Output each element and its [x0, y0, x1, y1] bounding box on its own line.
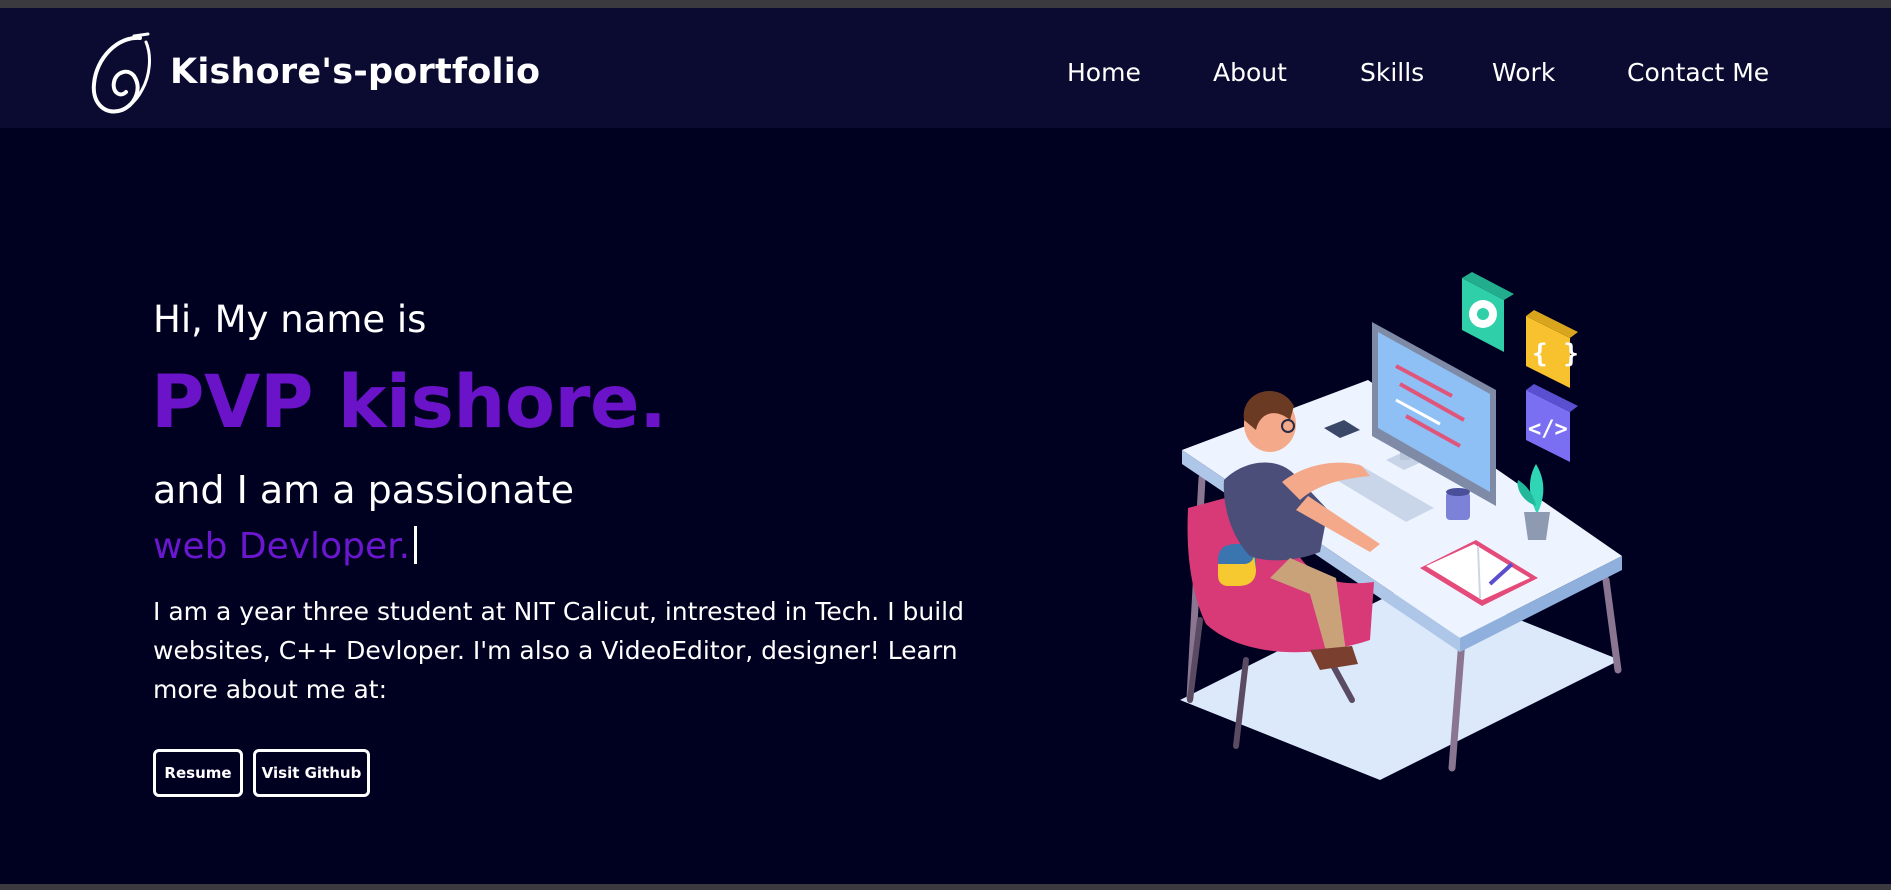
resume-button[interactable]: Resume — [153, 749, 243, 797]
navbar: Kishore's-portfolio Home About Skills Wo… — [0, 8, 1891, 128]
developer-at-desk-illustration: { } </> — [1180, 272, 1622, 780]
hero-name: PVP kishore. — [151, 360, 667, 445]
nav-link-skills[interactable]: Skills — [1360, 58, 1424, 87]
browser-top-strip — [0, 0, 1891, 8]
visit-github-button[interactable]: Visit Github — [253, 749, 370, 797]
nav-link-home[interactable]: Home — [1067, 58, 1141, 87]
hero-role: web Devloper. — [153, 526, 411, 567]
hero-intro: and I am a passionate — [153, 468, 575, 512]
hero-greeting: Hi, My name is — [153, 298, 427, 341]
browser-bottom-strip — [0, 884, 1891, 890]
typing-cursor — [414, 526, 418, 564]
nav-link-work[interactable]: Work — [1492, 58, 1555, 87]
nav-link-about[interactable]: About — [1213, 58, 1287, 87]
braces-icon: { } — [1526, 310, 1579, 388]
svg-text:{ }: { } — [1532, 339, 1579, 369]
hero-bio: I am a year three student at NIT Calicut… — [153, 597, 964, 704]
hero-role-line: web Devloper. — [153, 526, 418, 567]
code-tag-icon: </> — [1526, 384, 1578, 462]
svg-text:</>: </> — [1528, 417, 1568, 442]
mug — [1446, 492, 1470, 520]
gear-icon — [1462, 272, 1514, 352]
nav-link-contact-me[interactable]: Contact Me — [1627, 58, 1769, 87]
main-nav: Home About Skills Work Contact Me — [0, 58, 1891, 98]
